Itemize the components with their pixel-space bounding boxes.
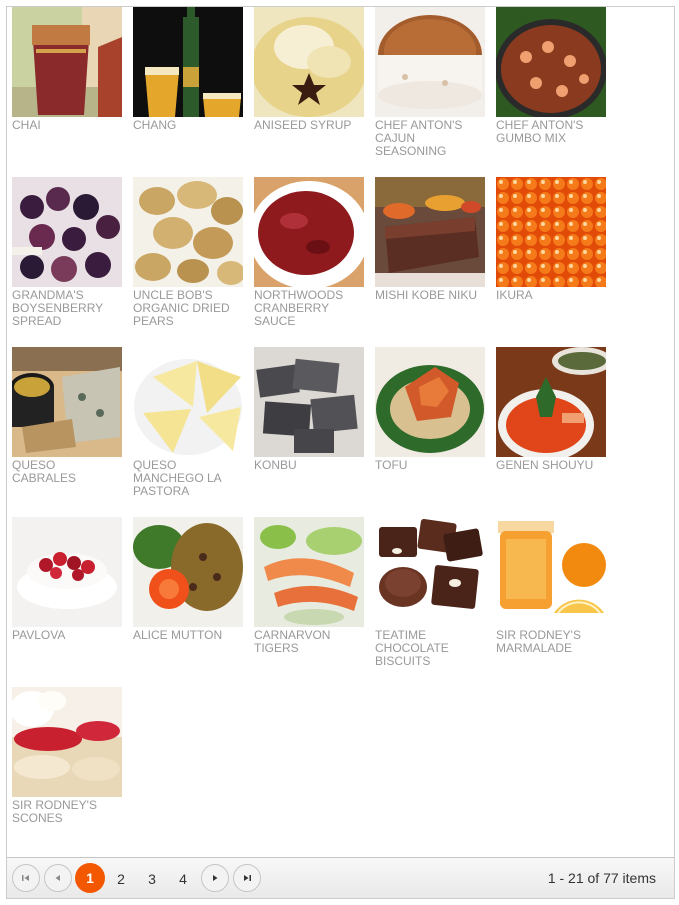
product-name: Queso Manchego La Pastora bbox=[133, 458, 222, 498]
product-item[interactable]: Alice Mutton bbox=[133, 517, 243, 642]
product-item[interactable]: Mishi Kobe Niku bbox=[375, 177, 485, 302]
product-name: Chai bbox=[12, 118, 41, 132]
product-item[interactable]: Queso Manchego La Pastora bbox=[133, 347, 243, 498]
scones-image bbox=[12, 687, 122, 797]
kobe-steak-image bbox=[375, 177, 485, 287]
product-item[interactable]: Carnarvon Tigers bbox=[254, 517, 364, 655]
product-name: Carnarvon Tigers bbox=[254, 628, 331, 655]
pager-info: 1 - 21 of 77 items bbox=[547, 870, 656, 886]
previous-page-button[interactable] bbox=[44, 864, 72, 892]
next-page-icon bbox=[213, 875, 218, 881]
product-item[interactable]: Chef Anton's Cajun Seasoning bbox=[375, 7, 485, 158]
chai-tea-glass-image bbox=[12, 7, 122, 117]
pager: 1 2 3 4 1 - 21 of 77 items bbox=[7, 857, 674, 898]
aniseed-syrup-image bbox=[254, 7, 364, 117]
product-item[interactable]: Ikura bbox=[496, 177, 606, 302]
page-3-button[interactable]: 3 bbox=[137, 864, 167, 894]
product-item[interactable]: Northwoods Cranberry Sauce bbox=[254, 177, 364, 328]
product-item[interactable]: Uncle Bob's Organic Dried Pears bbox=[133, 177, 243, 328]
page-1-button[interactable]: 1 bbox=[75, 863, 105, 893]
product-name: Chef Anton's Gumbo Mix bbox=[496, 118, 584, 145]
product-item[interactable]: Konbu bbox=[254, 347, 364, 472]
product-name: Alice Mutton bbox=[133, 628, 223, 642]
previous-page-icon bbox=[55, 875, 60, 881]
first-page-icon bbox=[22, 875, 29, 881]
product-name: Tofu bbox=[375, 458, 408, 472]
product-name: Mishi Kobe Niku bbox=[375, 288, 478, 302]
product-item[interactable]: Grandma's Boysenberry Spread bbox=[12, 177, 122, 328]
gumbo-mix-pan-image bbox=[496, 7, 606, 117]
product-item[interactable]: Genen Shouyu bbox=[496, 347, 606, 472]
marmalade-jar-image bbox=[496, 517, 606, 627]
product-name: Chef Anton's Cajun Seasoning bbox=[375, 118, 463, 158]
product-listview: Chai Chang Aniseed Syrup Chef Anton's Ca… bbox=[6, 6, 675, 899]
product-name: Chang bbox=[133, 118, 177, 132]
next-page-button[interactable] bbox=[201, 864, 229, 892]
last-page-button[interactable] bbox=[233, 864, 261, 892]
konbu-seaweed-image bbox=[254, 347, 364, 457]
pavlova-image bbox=[12, 517, 122, 627]
product-item[interactable]: Pavlova bbox=[12, 517, 122, 642]
product-item[interactable]: Chang bbox=[133, 7, 243, 132]
cranberry-sauce-image bbox=[254, 177, 364, 287]
page-4-button[interactable]: 4 bbox=[168, 864, 198, 894]
product-name: Queso Cabrales bbox=[12, 458, 77, 485]
page-2-button[interactable]: 2 bbox=[106, 864, 136, 894]
tofu-dish-image bbox=[375, 347, 485, 457]
queso-cabrales-image bbox=[12, 347, 122, 457]
product-name: Northwoods Cranberry Sauce bbox=[254, 288, 344, 328]
dried-pears-image bbox=[133, 177, 243, 287]
product-name: Grandma's Boysenberry Spread bbox=[12, 288, 103, 328]
genen-shouyu-image bbox=[496, 347, 606, 457]
last-page-icon bbox=[244, 875, 251, 881]
product-item[interactable]: Tofu bbox=[375, 347, 485, 472]
chang-beer-image bbox=[133, 7, 243, 117]
boysenberry-image bbox=[12, 177, 122, 287]
product-name: Konbu bbox=[254, 458, 297, 472]
product-item[interactable]: Sir Rodney's Marmalade bbox=[496, 517, 606, 655]
ikura-roe-image bbox=[496, 177, 606, 287]
manchego-cheese-image bbox=[133, 347, 243, 457]
product-name: Uncle Bob's Organic Dried Pears bbox=[133, 288, 230, 328]
carnarvon-tigers-image bbox=[254, 517, 364, 627]
product-grid: Chai Chang Aniseed Syrup Chef Anton's Ca… bbox=[7, 7, 674, 857]
first-page-button[interactable] bbox=[12, 864, 40, 892]
product-name: Genen Shouyu bbox=[496, 458, 594, 472]
product-item[interactable]: Aniseed Syrup bbox=[254, 7, 364, 132]
product-name: Aniseed Syrup bbox=[254, 118, 352, 132]
product-item[interactable]: Chai bbox=[12, 7, 122, 132]
product-name: Sir Rodney's Marmalade bbox=[496, 628, 581, 655]
product-name: Ikura bbox=[496, 288, 533, 302]
cajun-seasoning-cake-image bbox=[375, 7, 485, 117]
chocolate-biscuits-image bbox=[375, 517, 485, 627]
product-item[interactable]: Sir Rodney's Scones bbox=[12, 687, 122, 825]
product-item[interactable]: Queso Cabrales bbox=[12, 347, 122, 485]
product-name: Sir Rodney's Scones bbox=[12, 798, 97, 825]
product-item[interactable]: Chef Anton's Gumbo Mix bbox=[496, 7, 606, 145]
product-name: Teatime Chocolate Biscuits bbox=[375, 628, 449, 668]
alice-mutton-image bbox=[133, 517, 243, 627]
product-name: Pavlova bbox=[12, 628, 66, 642]
product-item[interactable]: Teatime Chocolate Biscuits bbox=[375, 517, 485, 668]
